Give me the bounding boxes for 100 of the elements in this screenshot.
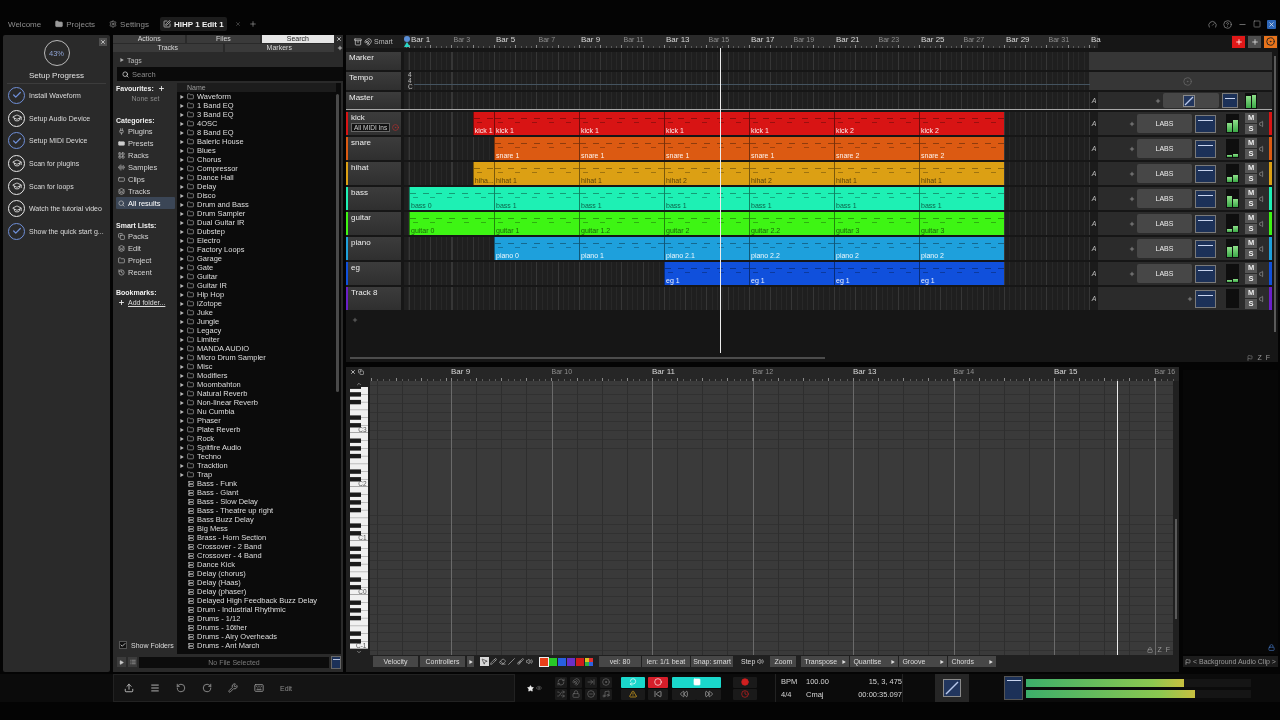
tab[interactable]: HIHP 1 Edit 1: [160, 17, 227, 31]
rack-icon: [188, 624, 194, 631]
keyboard-icon[interactable]: [254, 683, 264, 693]
color-swatch[interactable]: [549, 657, 557, 666]
magnet-icon[interactable]: [364, 37, 372, 46]
rack-icon: [188, 588, 194, 595]
color-swatch[interactable]: [540, 657, 548, 666]
track-header[interactable]: piano: [346, 237, 401, 260]
transport-button[interactable]: [621, 676, 645, 688]
track-header[interactable]: eg: [346, 262, 401, 285]
folder-icon: [187, 300, 194, 307]
fader-icon[interactable]: [1195, 164, 1216, 183]
color-grid-icon[interactable]: [585, 657, 593, 666]
caret-icon[interactable]: [120, 58, 124, 62]
caret-icon[interactable]: [842, 659, 847, 664]
scrollbar[interactable]: [350, 356, 825, 359]
tool-button[interactable]: [525, 657, 534, 666]
track-header[interactable]: Tempo: [346, 72, 401, 90]
track-header[interactable]: hihat: [346, 162, 401, 185]
help-icon[interactable]: [1223, 19, 1232, 29]
fader-icon[interactable]: [331, 655, 341, 669]
tab[interactable]: Projects: [52, 17, 99, 31]
track-name: Marker: [349, 53, 375, 62]
rack-icon: [188, 615, 194, 622]
fader-icon[interactable]: [1195, 139, 1216, 158]
scrollbar[interactable]: [1274, 56, 1276, 332]
star-icon[interactable]: [526, 684, 534, 692]
track-header[interactable]: guitar: [346, 212, 401, 235]
close-icon[interactable]: [1267, 19, 1276, 29]
playhead-line[interactable]: [719, 48, 721, 353]
gear-icon: [109, 20, 118, 28]
tool-button[interactable]: [480, 657, 489, 666]
caret-icon[interactable]: [989, 659, 994, 664]
bar-label: Bar 29: [1006, 35, 1030, 44]
close-button[interactable]: [99, 38, 107, 46]
pencil-icon: [490, 658, 497, 665]
wrench-icon[interactable]: [228, 683, 238, 693]
shuffle-icon: [557, 690, 565, 698]
track-header[interactable]: Master: [346, 92, 401, 109]
track-header[interactable]: Marker: [346, 52, 401, 70]
bar-label: Bar 17: [751, 35, 775, 44]
menu-icon[interactable]: [150, 683, 160, 693]
track-name: Track 8: [351, 288, 379, 297]
caret-icon[interactable]: [468, 659, 473, 664]
fader-icon[interactable]: [1195, 189, 1216, 208]
color-swatch[interactable]: [576, 657, 584, 666]
fader-icon[interactable]: [1222, 93, 1238, 108]
octave-keys-drawing[interactable]: [349, 387, 368, 433]
transport-button[interactable]: [648, 676, 668, 688]
show-folders-checkbox[interactable]: [119, 641, 127, 649]
track-header[interactable]: Track 8: [346, 287, 401, 310]
tab[interactable]: Settings: [106, 17, 152, 31]
close-button[interactable]: [336, 35, 343, 43]
chevron-up-icon[interactable]: [355, 381, 362, 387]
folder-icon: [187, 453, 194, 460]
track-name: piano: [351, 238, 372, 247]
undo-icon[interactable]: [176, 683, 186, 693]
plus-icon[interactable]: [157, 84, 165, 92]
caret-icon[interactable]: [940, 659, 945, 664]
lock-icon[interactable]: [1147, 647, 1154, 653]
chevron-down-icon[interactable]: [355, 649, 362, 655]
color-swatch[interactable]: [558, 657, 566, 666]
gauge-icon[interactable]: [1208, 19, 1217, 29]
scrollbar[interactable]: [1175, 519, 1177, 619]
add-button[interactable]: [336, 44, 343, 52]
fader-icon[interactable]: [1195, 239, 1216, 258]
volume-panel[interactable]: [1163, 93, 1219, 108]
upload-icon[interactable]: [124, 683, 134, 693]
track-header[interactable]: bass: [346, 187, 401, 210]
volume-panel[interactable]: [935, 674, 969, 702]
redo-icon[interactable]: [202, 683, 212, 693]
transport-button[interactable]: [672, 676, 721, 688]
track-name: snare: [351, 138, 372, 147]
more-button[interactable]: [467, 656, 474, 667]
track-name: eg: [351, 263, 361, 272]
tab[interactable]: Welcome: [5, 17, 45, 31]
track-header[interactable]: snare: [346, 137, 401, 160]
fader-icon[interactable]: [1195, 114, 1216, 133]
folder-icon: [187, 426, 194, 433]
loop-marker-icon[interactable]: [404, 36, 410, 47]
scrollbar[interactable]: [336, 94, 339, 392]
tool-button[interactable]: [516, 657, 525, 666]
copy-icon[interactable]: [358, 369, 364, 375]
fader-icon[interactable]: [1195, 289, 1216, 308]
plus-icon[interactable]: [118, 298, 125, 306]
fader-icon[interactable]: [1004, 676, 1023, 700]
folder-icon: [187, 174, 194, 181]
rack-icon: [188, 570, 194, 577]
diagonal-slope-icon[interactable]: [1183, 94, 1195, 107]
fader-icon[interactable]: [1195, 264, 1216, 283]
archive-icon[interactable]: [354, 37, 362, 46]
folder-icon: [187, 156, 194, 163]
speaker-icon[interactable]: [757, 658, 765, 665]
fader-icon[interactable]: [1195, 214, 1216, 233]
folder-icon: [187, 165, 194, 172]
color-swatch[interactable]: [567, 657, 575, 666]
playhead-line[interactable]: [1116, 381, 1118, 655]
diagonal-slope-icon[interactable]: [943, 679, 961, 697]
record-icon: [741, 678, 749, 686]
caret-icon[interactable]: [891, 659, 896, 664]
